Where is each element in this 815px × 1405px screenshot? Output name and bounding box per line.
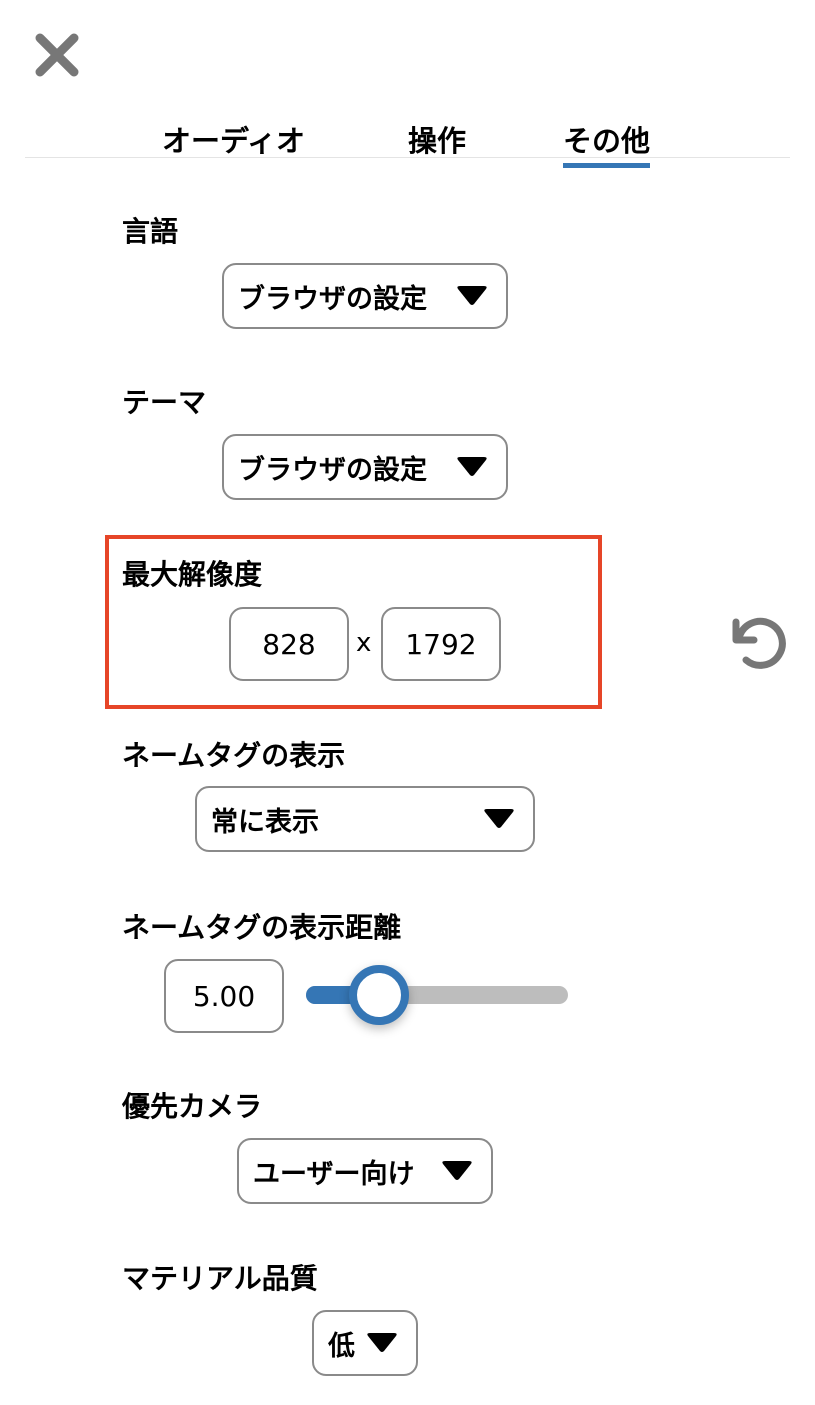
reset-icon [732, 617, 786, 669]
resolution-separator: x [356, 628, 372, 658]
settings-tabs: オーディオ 操作 その他 [25, 108, 790, 168]
nametag-distance-slider[interactable] [306, 965, 568, 1025]
material-quality-select-value: 低 [328, 1330, 355, 1362]
nametag-distance-label: ネームタグの表示距離 [122, 911, 402, 944]
language-select[interactable]: ブラウザの設定 [222, 263, 508, 329]
nametag-display-select-value: 常に表示 [211, 806, 319, 838]
nametag-display-select[interactable]: 常に表示 [195, 786, 535, 852]
theme-label: テーマ [122, 386, 207, 419]
settings-page: オーディオ 操作 その他 言語 ブラウザの設定 テーマ ブラウザの設定 最大解像… [0, 0, 815, 1405]
slider-thumb[interactable] [349, 965, 409, 1025]
language-label: 言語 [122, 215, 179, 248]
preferred-camera-label: 優先カメラ [122, 1090, 263, 1123]
tab-other[interactable]: その他 [563, 118, 651, 168]
resolution-height-input[interactable] [381, 607, 501, 681]
nametag-display-label: ネームタグの表示 [122, 739, 346, 772]
close-button[interactable] [30, 30, 84, 80]
caret-down-icon [484, 809, 514, 828]
material-quality-select[interactable]: 低 [312, 1310, 418, 1376]
preferred-camera-select-value: ユーザー向け [253, 1158, 415, 1190]
caret-down-icon [367, 1333, 397, 1352]
close-icon [35, 33, 79, 77]
tab-controls[interactable]: 操作 [408, 118, 466, 160]
material-quality-label: マテリアル品質 [122, 1262, 318, 1295]
tab-audio[interactable]: オーディオ [162, 118, 305, 160]
nametag-distance-input[interactable] [164, 959, 284, 1033]
caret-down-icon [457, 457, 487, 476]
caret-down-icon [457, 286, 487, 305]
theme-select-value: ブラウザの設定 [238, 454, 427, 486]
reset-button[interactable] [726, 610, 790, 674]
preferred-camera-select[interactable]: ユーザー向け [237, 1138, 493, 1204]
resolution-width-input[interactable] [229, 607, 349, 681]
resolution-label: 最大解像度 [122, 558, 263, 591]
theme-select[interactable]: ブラウザの設定 [222, 434, 508, 500]
language-select-value: ブラウザの設定 [238, 283, 427, 315]
caret-down-icon [442, 1161, 472, 1180]
